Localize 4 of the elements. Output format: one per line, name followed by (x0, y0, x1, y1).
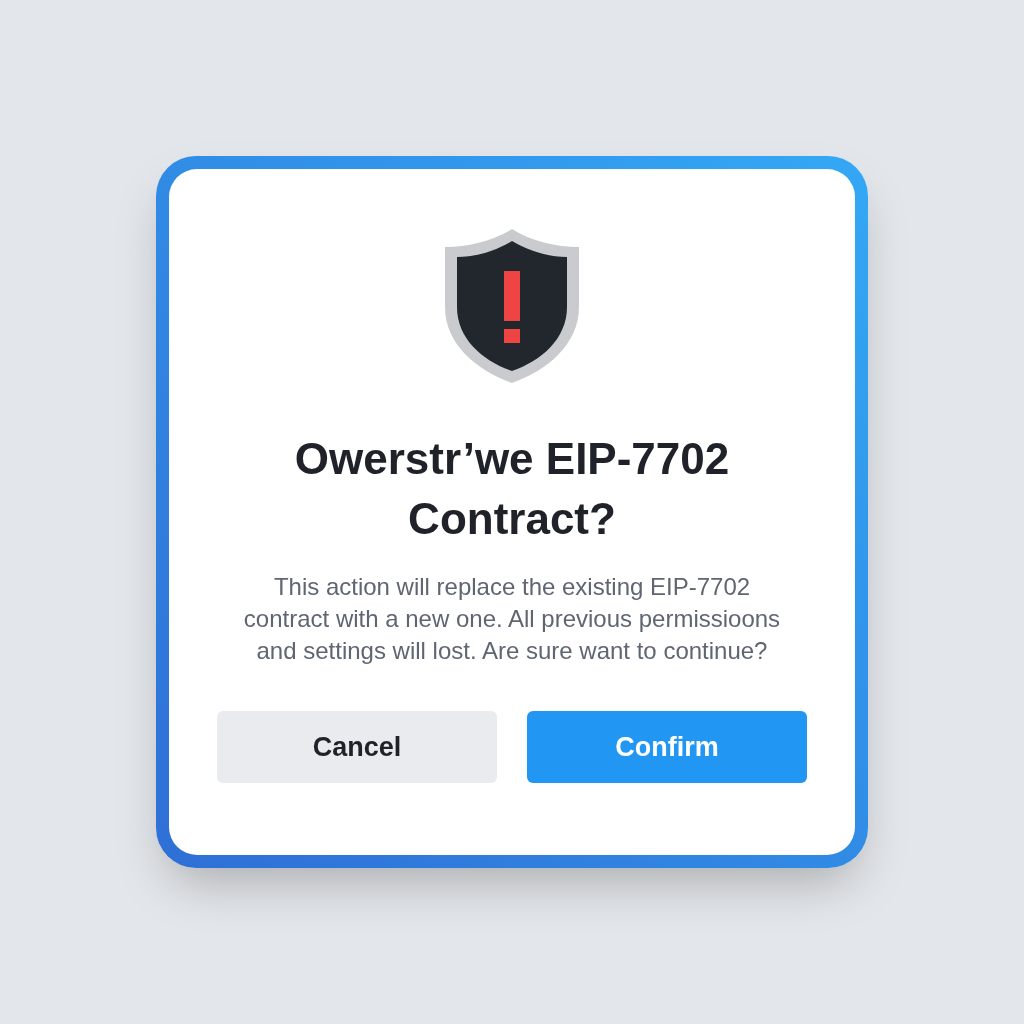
dialog-title: Owerstr’we EIP-7702 Contract? (293, 433, 731, 545)
dialog-message: This action will replace the existing EIP-7702 contract with a new one. All previous permissioons and settings will lost. Are sure want to continue? (242, 572, 782, 666)
shield-warning-icon (443, 227, 581, 385)
cancel-button[interactable]: Cancel (217, 711, 497, 783)
